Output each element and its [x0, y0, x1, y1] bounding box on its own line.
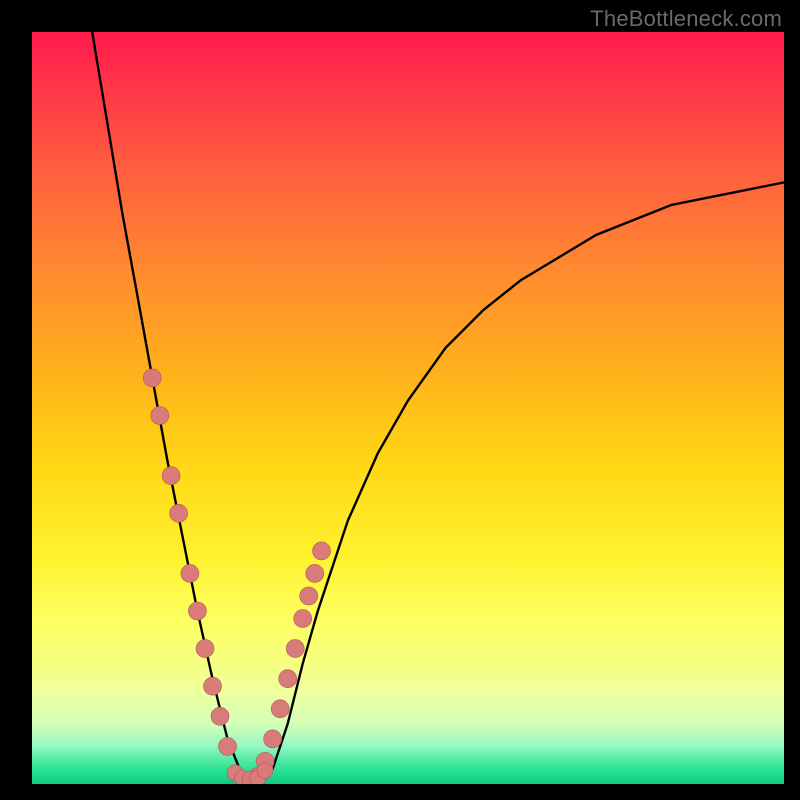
data-dot — [313, 542, 331, 560]
data-dot — [151, 407, 169, 425]
bottleneck-curve — [92, 32, 784, 784]
data-dot — [300, 587, 318, 605]
data-dot — [143, 369, 161, 387]
data-dot — [294, 610, 312, 628]
curve-path — [92, 32, 784, 784]
data-dot — [204, 677, 222, 695]
chart-frame: TheBottleneck.com — [0, 0, 800, 800]
data-dot — [219, 737, 237, 755]
data-dot — [196, 640, 214, 658]
data-dot — [306, 564, 324, 582]
data-dots — [143, 369, 330, 784]
curve-layer — [32, 32, 784, 784]
plot-area — [32, 32, 784, 784]
data-dot — [188, 602, 206, 620]
data-dot — [271, 700, 289, 718]
data-dot — [264, 730, 282, 748]
watermark-text: TheBottleneck.com — [590, 6, 782, 32]
data-dot — [162, 467, 180, 485]
data-dot — [279, 670, 297, 688]
data-dot — [286, 640, 304, 658]
data-dot — [257, 763, 273, 779]
data-dot — [211, 707, 229, 725]
data-dot — [170, 504, 188, 522]
data-dot — [181, 564, 199, 582]
